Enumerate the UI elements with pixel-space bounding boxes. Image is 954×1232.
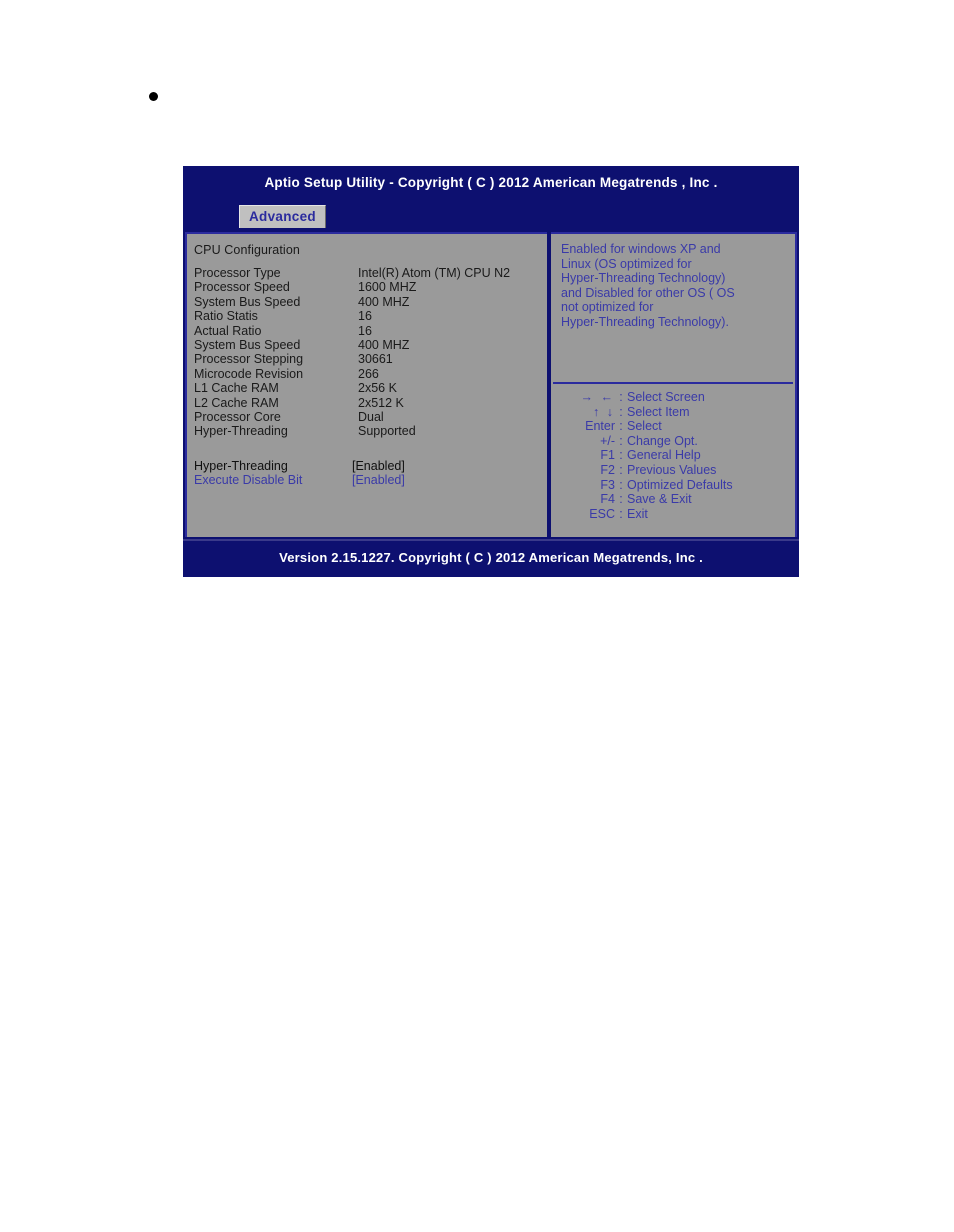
info-value: 1600 MHZ [358,280,417,295]
option-label: Execute Disable Bit [194,473,303,488]
section-heading-cpu-configuration: CPU Configuration [194,243,300,257]
bios-title: Aptio Setup Utility - Copyright ( C ) 20… [264,175,718,190]
info-row: Microcode Revision 266 [194,367,547,381]
key-row-esc: ESC: Exit [559,507,787,522]
info-value: Dual [358,409,384,424]
key-colon: : [619,477,623,492]
help-panel: Enabled for windows XP and Linux (OS opt… [551,232,797,537]
info-value: 400 MHZ [358,337,410,352]
option-label: Hyper-Threading [194,458,288,473]
info-label: L1 Cache RAM [194,381,279,396]
key-name: F2 [600,462,615,477]
help-text-area: Enabled for windows XP and Linux (OS opt… [551,234,795,382]
info-value: 16 [358,323,372,338]
key-row-f4: F4: Save & Exit [559,492,787,507]
key-description: General Help [627,448,701,463]
bios-footer: Version 2.15.1227. Copyright ( C ) 2012 … [183,539,799,577]
info-row: L1 Cache RAM 2x56 K [194,381,547,395]
option-value: [Enabled] [352,458,405,473]
info-row: Hyper-Threading Supported [194,424,547,438]
key-description: Select Item [627,404,690,419]
key-colon: : [619,506,623,521]
key-colon: : [619,492,623,507]
key-colon: : [619,448,623,463]
key-description: Previous Values [627,462,717,477]
key-description: Change Opt. [627,433,698,448]
info-label: System Bus Speed [194,294,301,309]
option-row-hyper-threading[interactable]: Hyper-Threading [Enabled] [194,459,547,474]
info-label: Actual Ratio [194,323,262,338]
key-row-change-opt: +/-: Change Opt. [559,434,787,449]
info-value: 266 [358,366,379,381]
key-name: F4 [600,492,615,507]
tab-advanced[interactable]: Advanced [239,205,326,228]
info-row: Ratio Statis 16 [194,309,547,323]
info-label: Hyper-Threading [194,424,288,439]
key-description: Save & Exit [627,492,692,507]
info-row: L2 Cache RAM 2x512 K [194,396,547,410]
tab-strip: Advanced [239,205,326,228]
key-row-f1: F1: General Help [559,448,787,463]
info-label: L2 Cache RAM [194,395,279,410]
key-row-f2: F2: Previous Values [559,463,787,478]
info-value: Supported [358,424,416,439]
key-name: +/- [600,433,615,448]
info-value: 2x56 K [358,381,397,396]
info-value: 30661 [358,352,393,367]
info-value: 2x512 K [358,395,404,410]
info-label: System Bus Speed [194,337,301,352]
info-value: Intel(R) Atom (TM) CPU N2 [358,266,511,280]
key-colon: : [619,419,623,434]
key-name: F1 [600,448,615,463]
key-name: F3 [600,477,615,492]
arrow-up-down-icon: ↑ ↓ [593,404,615,419]
info-row: System Bus Speed 400 MHZ [194,295,547,309]
cpu-options-list: Hyper-Threading [Enabled] Execute Disable… [194,459,547,488]
help-text: Enabled for windows XP and Linux (OS opt… [561,242,735,329]
bios-setup-window: Aptio Setup Utility - Copyright ( C ) 20… [183,166,799,577]
cpu-info-table: Processor Type Intel(R) Atom (TM) CPU N2 … [194,266,547,439]
key-row-select-item: ↑ ↓: Select Item [559,405,787,420]
info-label: Processor Speed [194,280,290,295]
key-description: Select [627,419,662,434]
info-row: Processor Type Intel(R) Atom (TM) CPU N2 [194,266,547,280]
info-row: Processor Core Dual [194,410,547,424]
key-row-enter: Enter: Select [559,419,787,434]
info-value: 400 MHZ [358,294,410,309]
bios-header: Aptio Setup Utility - Copyright ( C ) 20… [183,166,799,230]
arrow-left-right-icon: → ← [580,390,615,404]
info-label: Microcode Revision [194,366,304,381]
key-colon: : [619,404,623,419]
key-row-f3: F3: Optimized Defaults [559,478,787,493]
info-row: System Bus Speed 400 MHZ [194,338,547,352]
key-colon: : [619,390,623,404]
key-colon: : [619,433,623,448]
footer-version-text: Version 2.15.1227. Copyright ( C ) 2012 … [279,550,703,565]
info-row: Actual Ratio 16 [194,324,547,338]
option-row-execute-disable-bit[interactable]: Execute Disable Bit [Enabled] [194,473,547,488]
key-description: Optimized Defaults [627,477,733,492]
navigation-keys-area: → ←: Select Screen ↑ ↓: Select Item Enter:… [551,384,795,537]
key-description: Exit [627,506,648,521]
key-name: ESC [589,506,615,521]
key-name: Enter [585,419,615,434]
option-value: [Enabled] [352,473,405,488]
key-colon: : [619,462,623,477]
info-label: Ratio Statis [194,309,258,324]
info-label: Processor Core [194,409,281,424]
info-label: Processor Stepping [194,352,304,367]
info-row: Processor Speed 1600 MHZ [194,280,547,294]
info-label: Processor Type [194,266,281,280]
document-bullet [149,92,158,101]
cpu-configuration-panel: CPU Configuration Processor Type Intel(R)… [185,232,547,537]
key-description: Select Screen [627,390,705,404]
key-row-select-screen: → ←: Select Screen [559,390,787,405]
info-row: Processor Stepping 30661 [194,352,547,366]
bios-body: CPU Configuration Processor Type Intel(R)… [183,230,799,539]
info-value: 16 [358,309,372,324]
